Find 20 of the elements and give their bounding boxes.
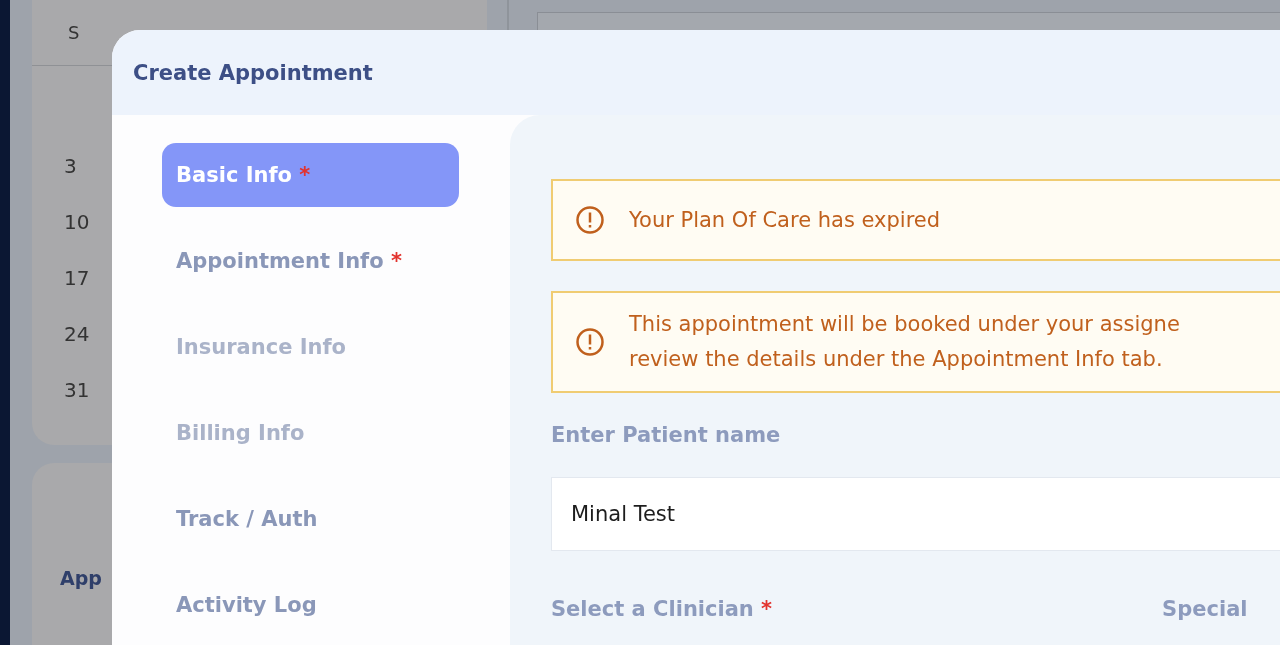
field-label: Special — [1162, 597, 1248, 621]
field-label: Select a Clinician * — [551, 597, 773, 621]
weekday-label: S — [68, 22, 80, 43]
calendar-date[interactable]: 3 — [64, 154, 114, 178]
sidebar-tab[interactable]: Appointment Info * — [162, 229, 459, 293]
alert-message: This appointment will be booked under your assigne review the details under the Appointment Info tab. — [629, 311, 1180, 373]
sidebar-tab[interactable]: Track / Auth — [162, 487, 459, 551]
calendar-date[interactable]: 31 — [64, 378, 114, 402]
warning-icon — [575, 205, 605, 235]
card-label: App — [60, 567, 102, 589]
input-field[interactable]: Minal Test — [551, 477, 1280, 551]
field-label: Enter Patient name — [551, 423, 782, 447]
calendar-date[interactable]: 10 — [64, 210, 114, 234]
sidebar-tab[interactable]: Basic Info * — [162, 143, 459, 207]
modal-title: Create Appointment — [133, 60, 373, 85]
sidebar-tab[interactable]: Activity Log — [162, 573, 459, 637]
calendar-date[interactable]: 24 — [64, 322, 114, 346]
calendar-date[interactable]: 17 — [64, 266, 114, 290]
alert-message: Your Plan Of Care has expired — [629, 206, 941, 234]
warning-icon — [575, 327, 605, 357]
